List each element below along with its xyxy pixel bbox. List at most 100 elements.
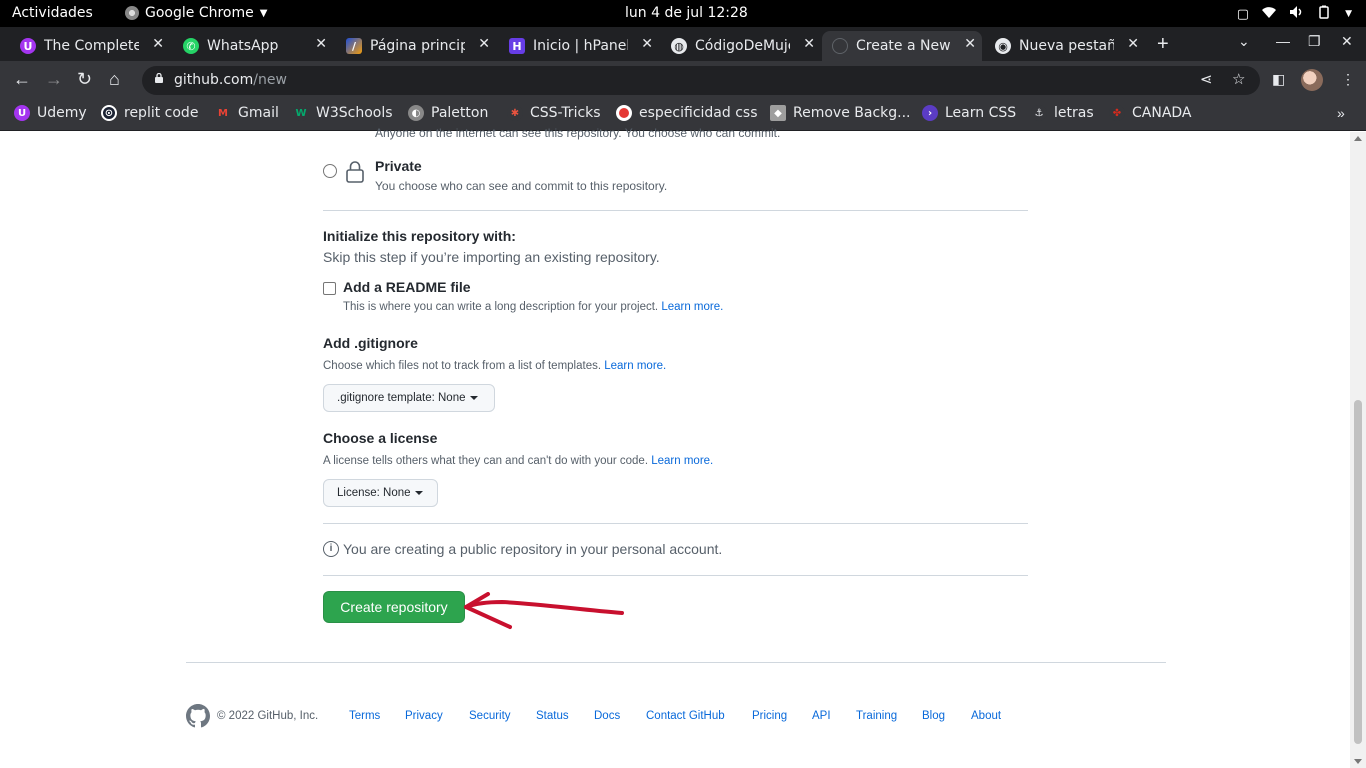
private-label[interactable]: Private bbox=[375, 158, 422, 174]
address-bar[interactable]: github.com/new ⋖ ☆ bbox=[142, 66, 1260, 95]
back-button[interactable]: ← bbox=[13, 69, 31, 90]
divider bbox=[323, 523, 1028, 524]
footer-link-privacy[interactable]: Privacy bbox=[405, 710, 443, 722]
footer-link-docs[interactable]: Docs bbox=[594, 710, 620, 722]
bubble-icon: / bbox=[346, 38, 362, 54]
license-learn-more-link[interactable]: Learn more. bbox=[651, 455, 713, 467]
bookmark-especificidad-css[interactable]: especificidad css bbox=[616, 105, 758, 121]
paletton-icon: ◐ bbox=[408, 105, 424, 121]
license-select[interactable]: License: None bbox=[323, 479, 438, 507]
replit-icon: ⊙ bbox=[101, 105, 117, 121]
activities-button[interactable]: Actividades bbox=[12, 5, 93, 21]
footer-link-contact[interactable]: Contact GitHub bbox=[646, 710, 725, 722]
record-icon bbox=[616, 105, 632, 121]
create-repository-button[interactable]: Create repository bbox=[323, 591, 465, 623]
tab-title: Inicio | hPanel bbox=[533, 38, 628, 54]
close-icon[interactable]: ✕ bbox=[152, 36, 164, 52]
bookmark-letras[interactable]: ⚓ letras bbox=[1031, 105, 1094, 121]
clock[interactable]: lun 4 de jul 12:28 bbox=[625, 5, 748, 21]
learncss-icon: › bbox=[922, 105, 938, 121]
side-panel-icon[interactable]: ◧ bbox=[1272, 71, 1285, 88]
public-option-description: Anyone on the internet can see this repo… bbox=[375, 126, 781, 140]
wifi-icon[interactable] bbox=[1261, 5, 1277, 23]
csstricks-icon: ✱ bbox=[507, 105, 523, 121]
footer-link-pricing[interactable]: Pricing bbox=[752, 710, 787, 722]
tab-create-new-repo[interactable]: Create a New R ✕ bbox=[822, 31, 982, 61]
bookmark-label: Gmail bbox=[238, 105, 279, 121]
new-tab-button[interactable]: + bbox=[1157, 33, 1169, 56]
tab-whatsapp[interactable]: ✆ WhatsApp ✕ bbox=[173, 31, 333, 61]
tab-title: CódigoDeMuje bbox=[695, 38, 790, 54]
footer-link-about[interactable]: About bbox=[971, 710, 1001, 722]
tab-nueva-pestana[interactable]: ◉ Nueva pestaña ✕ bbox=[985, 31, 1145, 61]
close-icon[interactable]: ✕ bbox=[1127, 36, 1139, 52]
reload-button[interactable]: ↻ bbox=[77, 69, 92, 90]
close-icon[interactable]: ✕ bbox=[964, 36, 976, 52]
notification-icon[interactable]: ▢ bbox=[1237, 7, 1249, 22]
footer-divider bbox=[186, 662, 1166, 663]
page-scrollbar[interactable] bbox=[1350, 132, 1366, 768]
home-button[interactable]: ⌂ bbox=[109, 69, 120, 90]
close-window-button[interactable]: ✕ bbox=[1341, 33, 1353, 50]
close-icon[interactable]: ✕ bbox=[641, 36, 653, 52]
bookmark-star-icon[interactable]: ☆ bbox=[1232, 70, 1245, 88]
tab-codigodemujer[interactable]: ◍ CódigoDeMuje ✕ bbox=[661, 31, 821, 61]
scroll-up-arrow-icon[interactable] bbox=[1354, 136, 1362, 141]
tab-title: WhatsApp bbox=[207, 38, 279, 54]
tab-search-icon[interactable]: ⌄ bbox=[1238, 33, 1250, 50]
close-icon[interactable]: ✕ bbox=[803, 36, 815, 52]
tab-udemy[interactable]: U The Complete ✕ bbox=[10, 31, 170, 61]
private-radio[interactable] bbox=[323, 164, 337, 178]
divider bbox=[323, 575, 1028, 576]
more-bookmarks-icon[interactable]: » bbox=[1337, 105, 1345, 121]
bookmark-udemy[interactable]: U Udemy bbox=[14, 105, 87, 121]
scroll-down-arrow-icon[interactable] bbox=[1354, 759, 1362, 764]
close-icon[interactable]: ✕ bbox=[315, 36, 327, 52]
visibility-notice: You are creating a public repository in … bbox=[343, 541, 723, 557]
chrome-app-icon bbox=[125, 6, 139, 20]
readme-description-text: This is where you can write a long descr… bbox=[343, 301, 659, 313]
license-select-value: License: None bbox=[337, 487, 411, 499]
tab-title: The Complete bbox=[44, 38, 139, 54]
footer-link-training[interactable]: Training bbox=[856, 710, 897, 722]
footer-link-blog[interactable]: Blog bbox=[922, 710, 945, 722]
footer-link-terms[interactable]: Terms bbox=[349, 710, 380, 722]
bookmark-remove-bg[interactable]: ◆ Remove Backg... bbox=[770, 105, 911, 121]
power-menu-icon[interactable]: ▼ bbox=[1345, 9, 1352, 19]
footer-link-status[interactable]: Status bbox=[536, 710, 569, 722]
gitignore-template-select[interactable]: .gitignore template: None bbox=[323, 384, 495, 412]
url-text[interactable]: github.com/new bbox=[174, 72, 287, 88]
menu-kebab-icon[interactable]: ⋮ bbox=[1341, 71, 1355, 88]
bookmark-replit[interactable]: ⊙ replit code bbox=[101, 105, 198, 121]
close-icon[interactable]: ✕ bbox=[478, 36, 490, 52]
system-tray[interactable]: ▢ ▼ bbox=[1237, 5, 1352, 23]
bookmark-w3schools[interactable]: W W3Schools bbox=[293, 105, 393, 121]
battery-icon[interactable] bbox=[1317, 5, 1333, 23]
bookmark-gmail[interactable]: M Gmail bbox=[215, 105, 279, 121]
scrollbar-thumb[interactable] bbox=[1354, 400, 1362, 744]
bookmark-paletton[interactable]: ◐ Paletton bbox=[408, 105, 488, 121]
footer-link-api[interactable]: API bbox=[812, 710, 831, 722]
volume-icon[interactable] bbox=[1289, 5, 1305, 23]
bookmark-label: letras bbox=[1054, 105, 1094, 121]
app-menu[interactable]: Google Chrome ▼ bbox=[125, 5, 267, 21]
tab-hpanel[interactable]: H Inicio | hPanel ✕ bbox=[499, 31, 659, 61]
lock-icon[interactable] bbox=[154, 73, 164, 83]
avatar[interactable] bbox=[1301, 69, 1323, 91]
share-icon[interactable]: ⋖ bbox=[1200, 70, 1213, 88]
readme-learn-more-link[interactable]: Learn more. bbox=[661, 301, 723, 313]
bookmark-learn-css[interactable]: › Learn CSS bbox=[922, 105, 1016, 121]
tab-pagina-principal[interactable]: / Página princip ✕ bbox=[336, 31, 496, 61]
bookmark-css-tricks[interactable]: ✱ CSS-Tricks bbox=[507, 105, 601, 121]
forward-button[interactable]: → bbox=[45, 69, 63, 90]
bookmark-canada[interactable]: ✤ CANADA bbox=[1109, 105, 1192, 121]
readme-label[interactable]: Add a README file bbox=[343, 279, 471, 295]
github-logo-icon[interactable] bbox=[186, 704, 210, 728]
footer-link-security[interactable]: Security bbox=[469, 710, 511, 722]
gitignore-learn-more-link[interactable]: Learn more. bbox=[604, 360, 666, 372]
tab-title: Create a New R bbox=[856, 38, 951, 54]
tab-title: Página princip bbox=[370, 38, 465, 54]
maximize-button[interactable]: ❐ bbox=[1308, 33, 1321, 50]
readme-checkbox[interactable] bbox=[323, 282, 336, 295]
minimize-button[interactable]: — bbox=[1276, 33, 1290, 49]
